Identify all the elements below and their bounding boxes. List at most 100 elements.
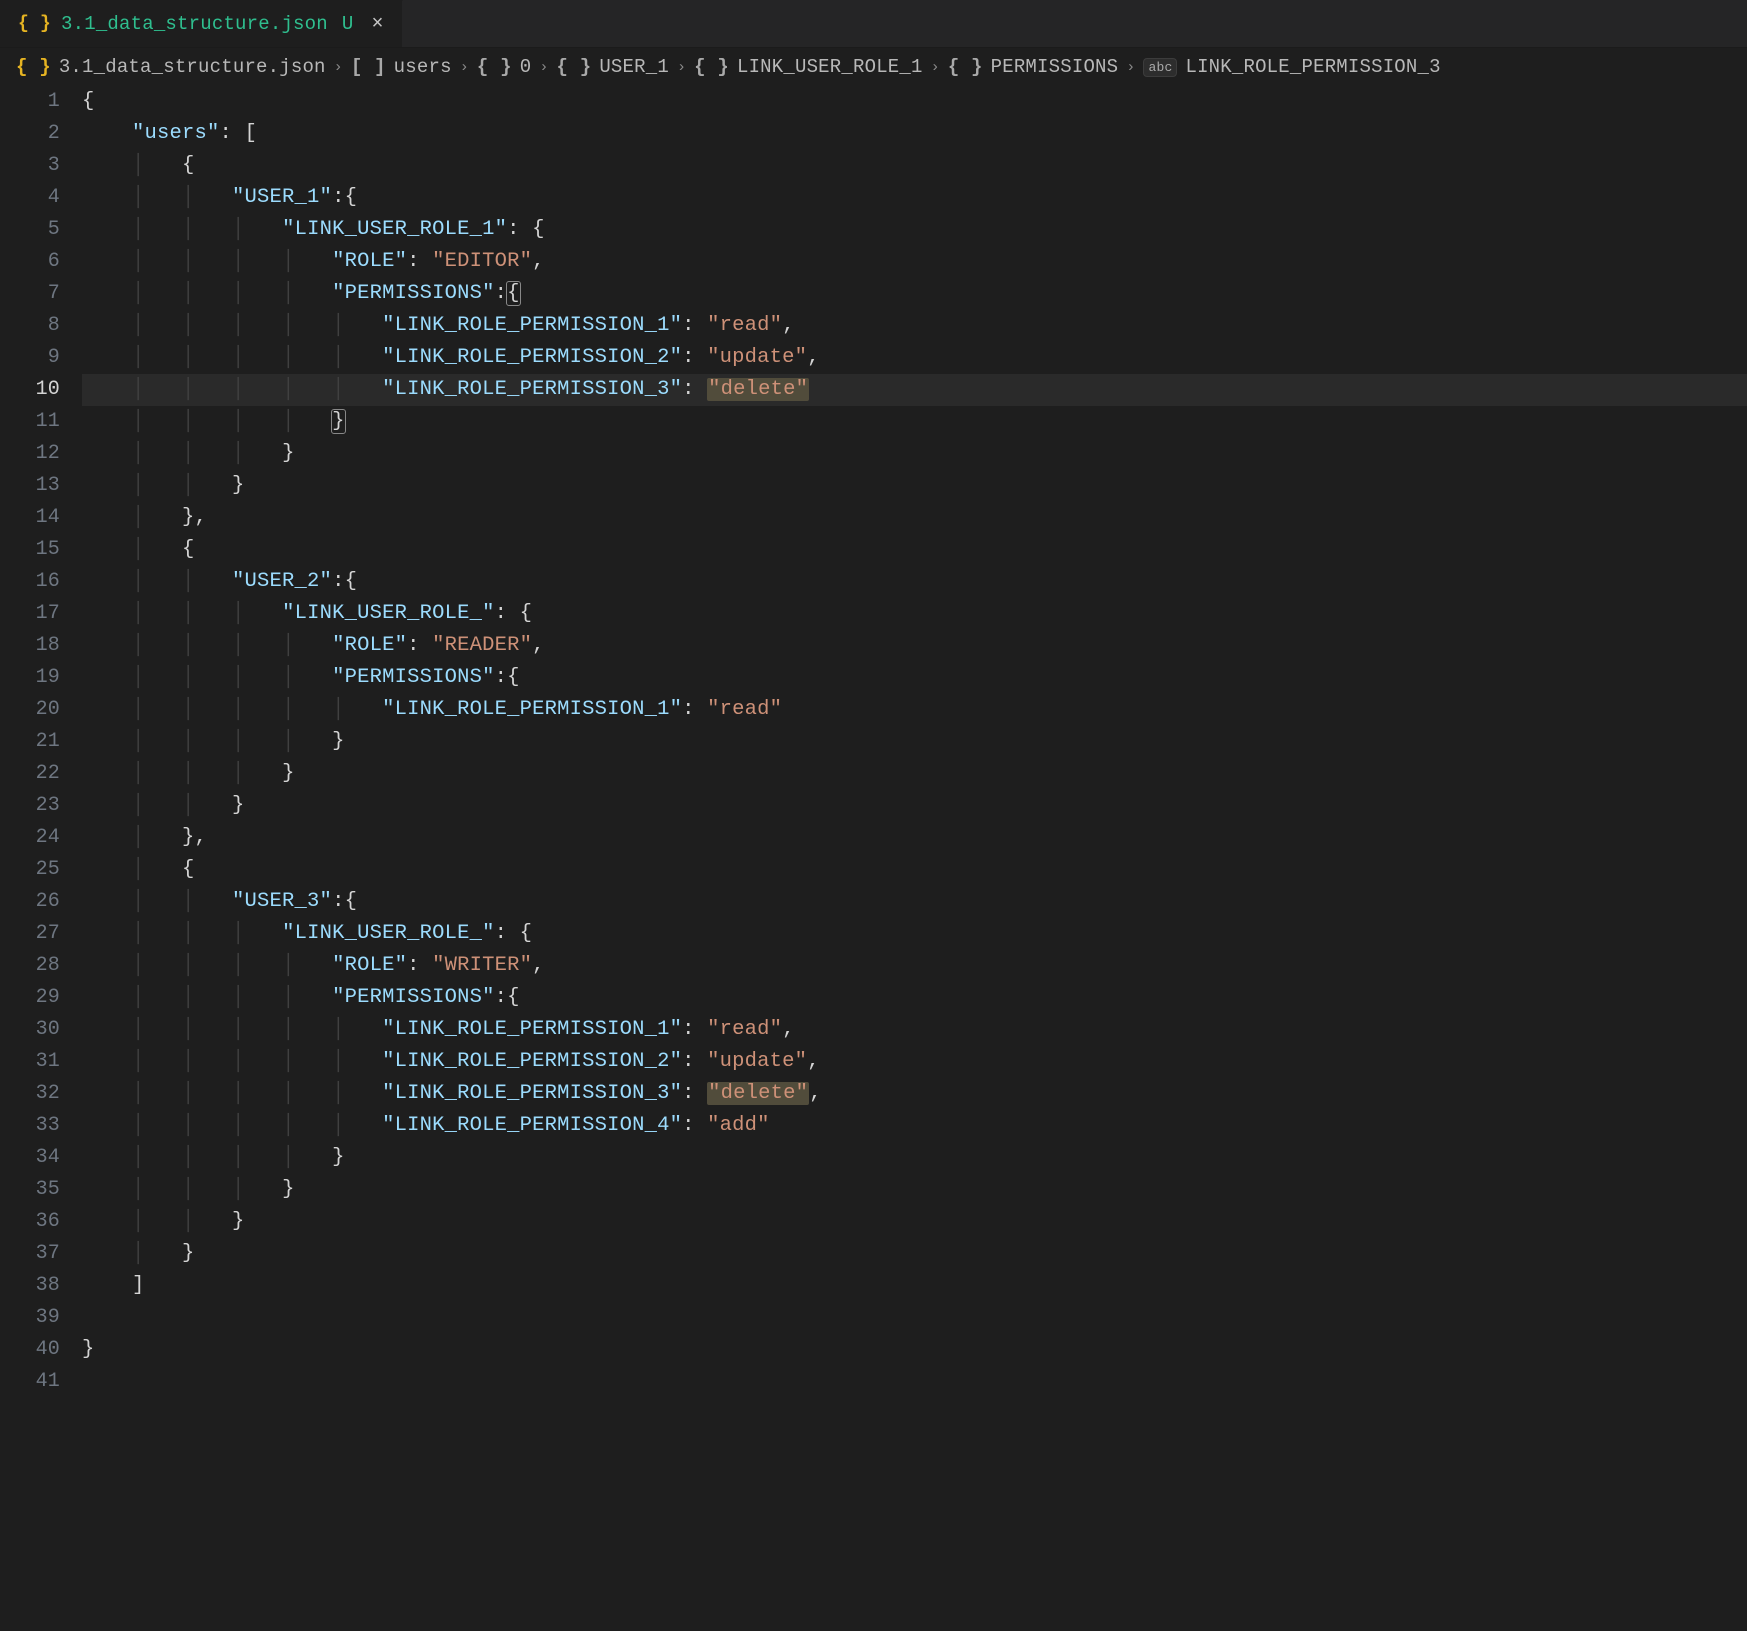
code-line[interactable]: │ │ │ │ │ "LINK_ROLE_PERMISSION_1": "rea… xyxy=(82,310,1747,342)
code-line[interactable] xyxy=(82,1366,1747,1398)
breadcrumb-file[interactable]: 3.1_data_structure.json xyxy=(59,56,326,78)
code-line[interactable]: │ │ │ │ │ "LINK_ROLE_PERMISSION_1": "rea… xyxy=(82,1014,1747,1046)
json-file-icon: { } xyxy=(16,56,51,78)
code-line[interactable]: │ │ "USER_2":{ xyxy=(82,566,1747,598)
breadcrumb-seg-3[interactable]: LINK_USER_ROLE_1 xyxy=(737,56,923,78)
line-number: 10 xyxy=(0,374,60,406)
code-area[interactable]: { "users": [ │ { │ │ "USER_1":{ │ │ │ "L… xyxy=(82,86,1747,1631)
chevron-right-icon: › xyxy=(677,59,686,76)
code-line[interactable]: ] xyxy=(82,1270,1747,1302)
breadcrumb-seg-0[interactable]: users xyxy=(394,56,452,78)
code-line[interactable]: { xyxy=(82,86,1747,118)
line-number: 26 xyxy=(0,886,60,918)
string-icon: abc xyxy=(1143,58,1177,77)
line-number: 23 xyxy=(0,790,60,822)
code-line[interactable]: │ │ │ "LINK_USER_ROLE_": { xyxy=(82,918,1747,950)
line-number: 19 xyxy=(0,662,60,694)
tab-bar: { } 3.1_data_structure.json U × xyxy=(0,0,1747,48)
code-line[interactable]: │ │ } xyxy=(82,1206,1747,1238)
line-number: 7 xyxy=(0,278,60,310)
line-number: 17 xyxy=(0,598,60,630)
code-line[interactable]: │ │ │ "LINK_USER_ROLE_1": { xyxy=(82,214,1747,246)
code-line[interactable]: │ │ │ │ │ "LINK_ROLE_PERMISSION_4": "add… xyxy=(82,1110,1747,1142)
line-number: 16 xyxy=(0,566,60,598)
code-line[interactable]: │ │ "USER_3":{ xyxy=(82,886,1747,918)
line-number: 18 xyxy=(0,630,60,662)
line-number: 4 xyxy=(0,182,60,214)
code-line[interactable]: │ │ } xyxy=(82,790,1747,822)
code-line[interactable]: │ │ } xyxy=(82,470,1747,502)
line-number: 13 xyxy=(0,470,60,502)
editor-tab[interactable]: { } 3.1_data_structure.json U × xyxy=(0,0,403,47)
breadcrumb-seg-2[interactable]: USER_1 xyxy=(599,56,669,78)
code-line[interactable]: │ │ │ │ "ROLE": "WRITER", xyxy=(82,950,1747,982)
line-number: 2 xyxy=(0,118,60,150)
code-line[interactable]: │ │ │ │ "PERMISSIONS":{ xyxy=(82,982,1747,1014)
code-line[interactable]: │ │ │ │ │ "LINK_ROLE_PERMISSION_3": "del… xyxy=(82,1078,1747,1110)
line-number: 34 xyxy=(0,1142,60,1174)
object-icon: { } xyxy=(948,56,983,78)
line-number: 9 xyxy=(0,342,60,374)
line-number-gutter: 1234567891011121314151617181920212223242… xyxy=(0,86,82,1631)
code-line[interactable]: │ │ │ │ } xyxy=(82,726,1747,758)
code-line[interactable]: │ │ │ │ │ "LINK_ROLE_PERMISSION_3": "del… xyxy=(82,374,1747,406)
line-number: 32 xyxy=(0,1078,60,1110)
code-line[interactable]: │ │ │ │ } xyxy=(82,406,1747,438)
code-line[interactable]: │ }, xyxy=(82,502,1747,534)
line-number: 37 xyxy=(0,1238,60,1270)
line-number: 8 xyxy=(0,310,60,342)
chevron-right-icon: › xyxy=(539,59,548,76)
code-line[interactable]: "users": [ xyxy=(82,118,1747,150)
code-line[interactable]: │ } xyxy=(82,1238,1747,1270)
close-icon[interactable]: × xyxy=(363,13,383,36)
line-number: 36 xyxy=(0,1206,60,1238)
breadcrumb-seg-5[interactable]: LINK_ROLE_PERMISSION_3 xyxy=(1185,56,1440,78)
code-line[interactable]: │ │ │ │ │ "LINK_ROLE_PERMISSION_2": "upd… xyxy=(82,342,1747,374)
code-line[interactable]: │ │ │ │ │ "LINK_ROLE_PERMISSION_1": "rea… xyxy=(82,694,1747,726)
breadcrumb[interactable]: { } 3.1_data_structure.json › [ ] users … xyxy=(0,48,1747,86)
code-line[interactable]: │ { xyxy=(82,534,1747,566)
code-line[interactable]: │ │ │ "LINK_USER_ROLE_": { xyxy=(82,598,1747,630)
code-line[interactable]: } xyxy=(82,1334,1747,1366)
code-line[interactable]: │ { xyxy=(82,854,1747,886)
code-line[interactable]: │ │ │ │ │ "LINK_ROLE_PERMISSION_2": "upd… xyxy=(82,1046,1747,1078)
object-icon: { } xyxy=(477,56,512,78)
line-number: 11 xyxy=(0,406,60,438)
code-line[interactable]: │ │ │ │ } xyxy=(82,1142,1747,1174)
code-line[interactable]: │ { xyxy=(82,150,1747,182)
line-number: 21 xyxy=(0,726,60,758)
code-line[interactable]: │ │ │ } xyxy=(82,758,1747,790)
chevron-right-icon: › xyxy=(334,59,343,76)
code-line[interactable]: │ │ │ } xyxy=(82,1174,1747,1206)
line-number: 35 xyxy=(0,1174,60,1206)
code-line[interactable]: │ │ "USER_1":{ xyxy=(82,182,1747,214)
line-number: 40 xyxy=(0,1334,60,1366)
code-line[interactable]: │ │ │ } xyxy=(82,438,1747,470)
line-number: 38 xyxy=(0,1270,60,1302)
line-number: 5 xyxy=(0,214,60,246)
line-number: 24 xyxy=(0,822,60,854)
line-number: 41 xyxy=(0,1366,60,1398)
code-line[interactable]: │ │ │ │ "PERMISSIONS":{ xyxy=(82,662,1747,694)
line-number: 27 xyxy=(0,918,60,950)
chevron-right-icon: › xyxy=(460,59,469,76)
breadcrumb-seg-1[interactable]: 0 xyxy=(520,56,532,78)
code-line[interactable]: │ │ │ │ "ROLE": "EDITOR", xyxy=(82,246,1747,278)
code-editor[interactable]: 1234567891011121314151617181920212223242… xyxy=(0,86,1747,1631)
code-line[interactable]: │ }, xyxy=(82,822,1747,854)
code-line[interactable] xyxy=(82,1302,1747,1334)
breadcrumb-seg-4[interactable]: PERMISSIONS xyxy=(991,56,1119,78)
line-number: 1 xyxy=(0,86,60,118)
line-number: 22 xyxy=(0,758,60,790)
json-file-icon: { } xyxy=(18,14,51,34)
line-number: 28 xyxy=(0,950,60,982)
tab-file-name: 3.1_data_structure.json xyxy=(61,13,328,35)
line-number: 25 xyxy=(0,854,60,886)
code-line[interactable]: │ │ │ │ "PERMISSIONS":{ xyxy=(82,278,1747,310)
line-number: 29 xyxy=(0,982,60,1014)
code-line[interactable]: │ │ │ │ "ROLE": "READER", xyxy=(82,630,1747,662)
line-number: 3 xyxy=(0,150,60,182)
chevron-right-icon: › xyxy=(1126,59,1135,76)
line-number: 14 xyxy=(0,502,60,534)
line-number: 33 xyxy=(0,1110,60,1142)
